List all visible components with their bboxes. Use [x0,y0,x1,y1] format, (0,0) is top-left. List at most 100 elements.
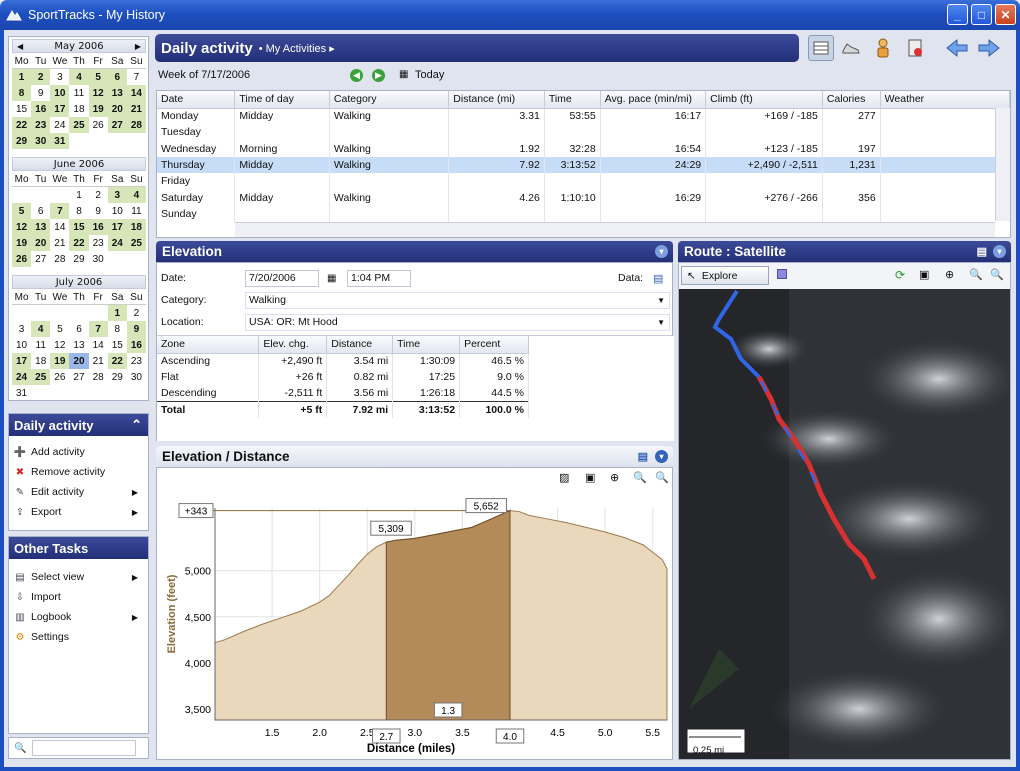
calendar-day[interactable]: 22 [12,117,32,133]
task-item-select-view[interactable]: ▤ Select view ▶ [9,567,148,587]
dropdown-arrow-icon[interactable]: ▼ [657,318,665,327]
location-select[interactable]: USA: OR: Mt Hood ▼ [245,313,670,331]
calendar-day[interactable]: 8 [12,85,32,101]
calendar-day[interactable]: 28 [126,117,146,133]
calendar-day[interactable]: 30 [127,369,146,385]
task-item-export[interactable]: ⇪ Export ▶ [9,502,148,522]
route-view-icon[interactable]: ▤ [977,245,987,258]
zone-column-header[interactable]: Time [392,336,461,354]
calendar-day[interactable]: 20 [107,101,127,117]
calendar-day[interactable]: 15 [108,337,127,353]
calendar-day[interactable]: 7 [50,203,70,219]
table-row[interactable]: Thursday Midday Walking 7.92 3:13:52 24:29 +2,… [157,156,1010,174]
table-row[interactable]: Monday Midday Walking 3.31 53:55 16:17 +169 / … [157,108,1010,125]
prev-week-icon[interactable]: ◀ [350,69,363,82]
calendar-day[interactable]: 25 [69,117,89,133]
calendar-day[interactable]: 19 [50,353,70,369]
category-select[interactable]: Walking ▼ [245,291,670,309]
calendar-day[interactable]: 29 [12,133,32,149]
chart-view-icon[interactable]: ▤ [638,450,648,463]
chart-menu-icon[interactable]: ▾ [655,450,668,463]
task-item-edit-activity[interactable]: ✎ Edit activity ▶ [9,482,148,502]
athlete-icon[interactable] [870,35,896,61]
next-month-icon[interactable]: ▶ [135,42,141,51]
calendar-day[interactable]: 26 [50,369,69,385]
zone-row[interactable]: Flat +26 ft 0.82 mi 17:25 9.0 % [157,369,529,386]
route-menu-icon[interactable]: ▾ [993,245,1006,258]
calendar-day[interactable]: 13 [31,219,51,235]
calendar-day[interactable]: 30 [31,133,51,149]
calendar-day[interactable]: 5 [50,321,69,337]
chart-zoom-out-icon[interactable]: 🔍 [655,471,669,484]
calendar-day[interactable]: 19 [12,235,32,251]
date-field[interactable]: 7/20/2006 [245,269,319,287]
zone-column-header[interactable]: Distance [326,336,394,354]
search-icon[interactable]: 🔍 [14,743,26,754]
calendar-day[interactable]: 25 [126,235,146,251]
calendar-day[interactable]: 28 [89,369,108,385]
window-titlebar[interactable]: SportTracks - My History _ □ ✕ [0,0,1020,30]
calendar-day[interactable]: 16 [126,337,146,353]
calendar-day[interactable]: 23 [127,353,146,369]
calendar-day[interactable]: 18 [69,101,88,117]
calendar-day[interactable]: 21 [50,235,69,251]
select-area-icon[interactable] [777,269,787,279]
calendar-day[interactable]: 5 [88,69,108,85]
calendar-day[interactable]: 23 [89,235,108,251]
task-item-remove-activity[interactable]: ✖ Remove activity [9,462,148,482]
calendar-day[interactable]: 8 [108,321,127,337]
task-item-import[interactable]: ⇩ Import [9,587,148,607]
map-zoom-in-icon[interactable]: 🔍 [969,268,983,281]
calendar-day[interactable]: 16 [31,101,51,117]
calendar-day[interactable]: 12 [50,337,69,353]
calendar-day[interactable]: 21 [126,101,146,117]
calendar-day[interactable]: 4 [126,187,146,203]
calendar-day[interactable]: 26 [12,251,32,267]
calendar-day[interactable]: 6 [31,203,50,219]
calendar-day[interactable]: 11 [31,337,50,353]
date-picker-icon[interactable]: ▦ [327,273,336,284]
zone-row[interactable]: Ascending +2,490 ft 3.54 mi 1:30:09 46.5 % [157,353,529,370]
calendar-day[interactable]: 3 [50,69,69,85]
prev-month-icon[interactable]: ◀ [17,42,23,51]
zone-column-header[interactable]: Zone [157,336,260,354]
refresh-icon[interactable]: ⟳ [895,268,905,282]
column-header[interactable]: Time of day [234,91,330,109]
calendar-day[interactable]: 5 [12,203,32,219]
panel-menu-icon[interactable]: ▾ [655,245,668,258]
calendar-day[interactable]: 14 [126,85,146,101]
calendar-day[interactable]: 28 [50,251,69,267]
map-center-icon[interactable]: ⊕ [945,268,954,281]
selected-range[interactable] [385,509,511,721]
calendar-day[interactable]: 8 [69,203,88,219]
calendar-day[interactable]: 11 [127,203,146,219]
calendar-day[interactable]: 27 [69,369,88,385]
calendar-day[interactable]: 24 [12,369,32,385]
column-header[interactable]: Weather [880,91,1010,109]
list-view-icon[interactable] [808,35,834,61]
calendar-day[interactable]: 6 [69,321,88,337]
zone-column-header[interactable]: Elev. chg. [258,336,328,354]
calendar-day[interactable]: 2 [89,187,108,203]
calendar-day[interactable]: 12 [12,219,32,235]
calendar-day[interactable]: 18 [31,353,50,369]
calendar-day[interactable]: 31 [12,385,31,401]
calendar-icon[interactable]: ▦ [399,69,408,80]
shoe-icon[interactable] [838,35,864,61]
calendar-day[interactable]: 9 [31,85,50,101]
column-header[interactable]: Climb (ft) [705,91,823,109]
data-source-icon[interactable]: ▤ [653,272,663,285]
zone-column-header[interactable]: Percent [459,336,529,354]
minimize-button[interactable]: _ [947,4,968,25]
calendar-day[interactable]: 14 [50,219,69,235]
calendar-day[interactable]: 27 [31,251,50,267]
chart-center-icon[interactable]: ⊕ [610,471,619,484]
calendar-day[interactable]: 16 [88,219,108,235]
calendar-day[interactable]: 2 [31,69,51,85]
calendar-day[interactable]: 11 [69,85,88,101]
calendar-day[interactable]: 27 [107,117,127,133]
dropdown-arrow-icon[interactable]: ▼ [657,296,665,305]
calendar-day[interactable]: 13 [107,85,127,101]
calendar-day[interactable]: 4 [69,69,89,85]
calendar-day[interactable]: 29 [69,251,88,267]
